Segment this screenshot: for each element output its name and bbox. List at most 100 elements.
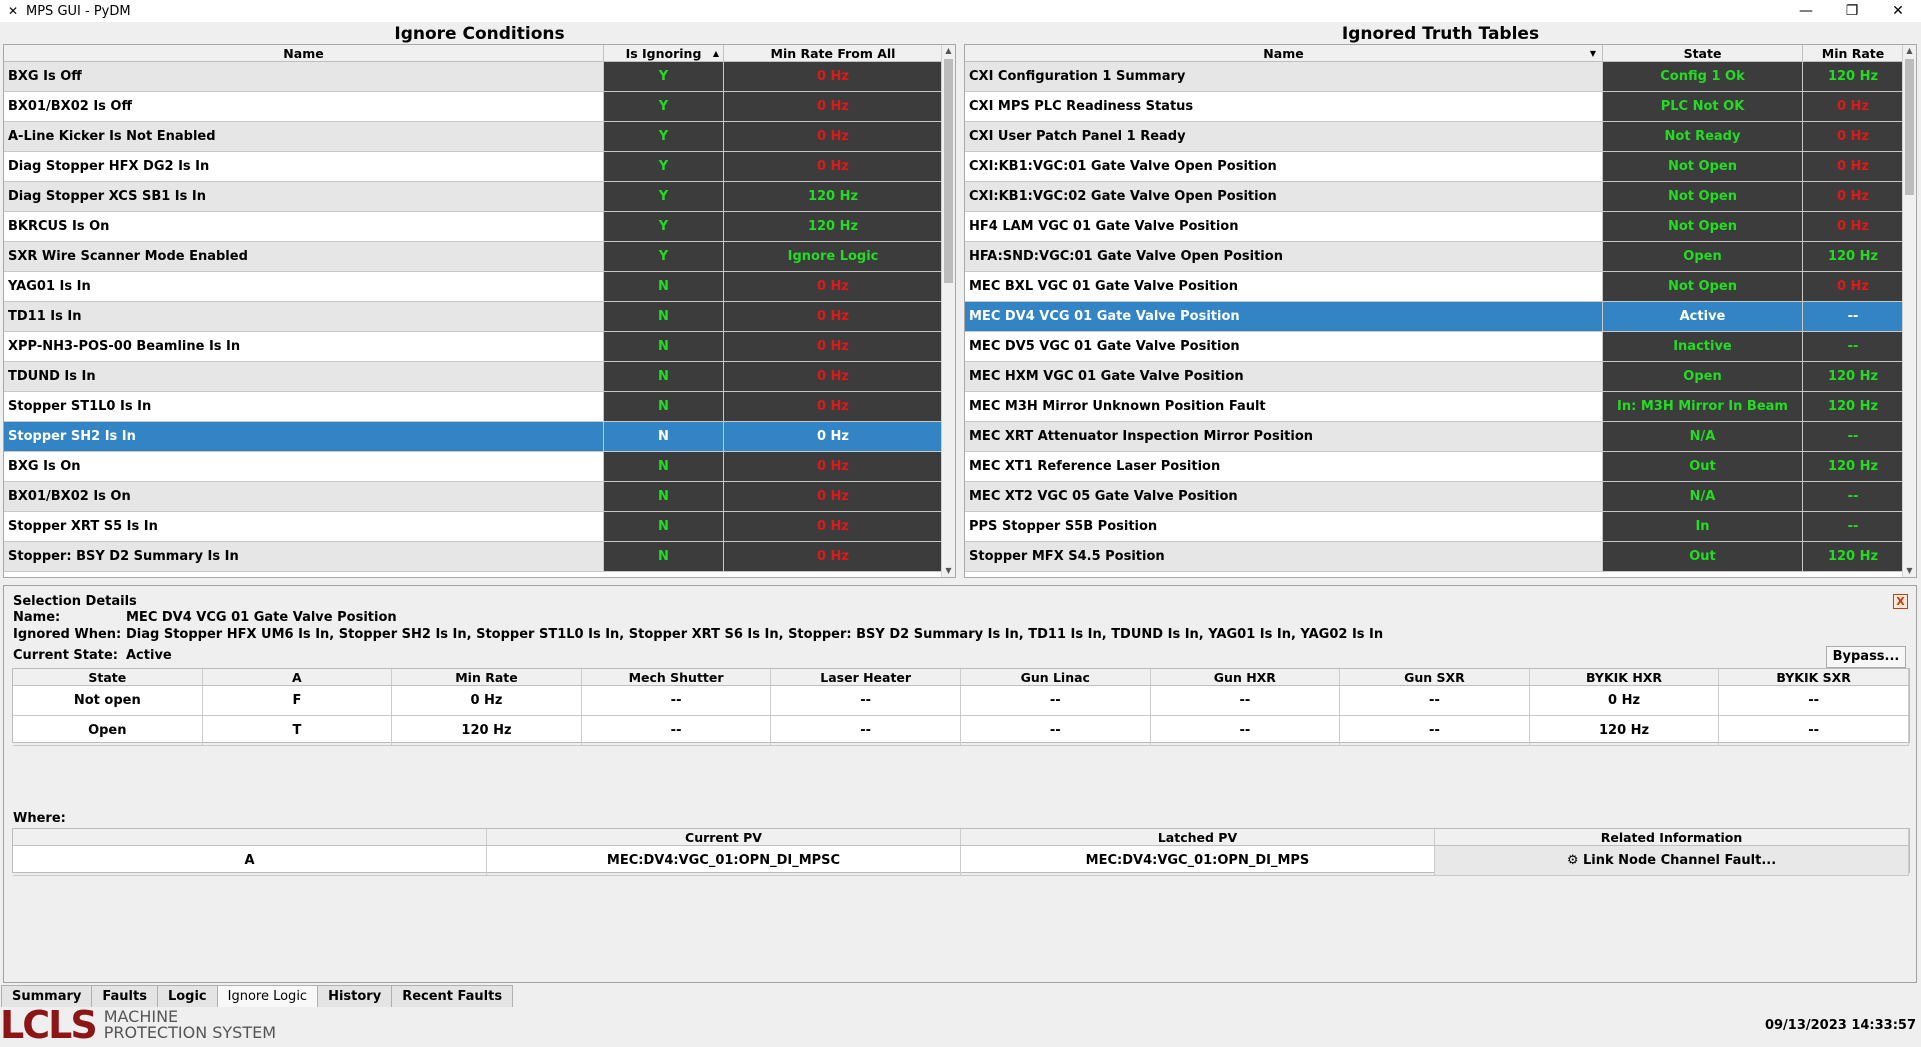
- table-row[interactable]: CXI:KB1:VGC:01 Gate Valve Open Position N…: [965, 152, 1904, 182]
- condition-name: Diag Stopper HFX DG2 Is In: [4, 152, 604, 181]
- table-row[interactable]: TD11 Is In N 0 Hz: [4, 302, 943, 332]
- table-row[interactable]: SXR Wire Scanner Mode Enabled Y Ignore Log…: [4, 242, 943, 272]
- state-cell: In: [1603, 512, 1803, 541]
- table-row[interactable]: Stopper MFX S4.5 Position Out 120 Hz: [965, 542, 1904, 572]
- table-row[interactable]: CXI Configuration 1 Summary Config 1 Ok 12…: [965, 62, 1904, 92]
- table-row[interactable]: MEC BXL VGC 01 Gate Valve Position Not Op…: [965, 272, 1904, 302]
- restore-button[interactable]: ❐: [1829, 0, 1875, 22]
- table-row[interactable]: MEC DV5 VGC 01 Gate Valve Position Inacti…: [965, 332, 1904, 362]
- state-cell: Out: [1603, 452, 1803, 481]
- table-row[interactable]: Diag Stopper XCS SB1 Is In Y 120 Hz: [4, 182, 943, 212]
- truth-table-name: MEC XT1 Reference Laser Position: [965, 452, 1603, 481]
- tab-recent-faults[interactable]: Recent Faults: [391, 985, 514, 1007]
- truth-row[interactable]: Not open F 0 Hz -- -- -- -- -- 0 Hz --: [13, 686, 1909, 716]
- left-scrollbar[interactable]: ▲ ▼: [941, 45, 955, 577]
- state-cell: Not Ready: [1603, 122, 1803, 151]
- truth-cell: --: [1151, 686, 1341, 715]
- close-details-button[interactable]: X: [1893, 594, 1908, 609]
- table-row[interactable]: HF4 LAM VGC 01 Gate Valve Position Not Op…: [965, 212, 1904, 242]
- truth-table-name: PPS Stopper S5B Position: [965, 512, 1603, 541]
- minimize-button[interactable]: —: [1783, 0, 1829, 22]
- table-row[interactable]: BX01/BX02 Is On N 0 Hz: [4, 482, 943, 512]
- table-row[interactable]: MEC M3H Mirror Unknown Position Fault In:…: [965, 392, 1904, 422]
- table-row[interactable]: Stopper: BSY D2 Summary Is In N 0 Hz: [4, 542, 943, 572]
- condition-name: XPP-NH3-POS-00 Beamline Is In: [4, 332, 604, 361]
- col-name-header[interactable]: Name: [4, 45, 604, 61]
- table-row[interactable]: Stopper XRT S5 Is In N 0 Hz: [4, 512, 943, 542]
- bypass-button[interactable]: Bypass...: [1826, 646, 1906, 668]
- table-row[interactable]: MEC XT1 Reference Laser Position Out 120 H…: [965, 452, 1904, 482]
- tab-ignore-logic[interactable]: Ignore Logic: [216, 985, 319, 1007]
- table-row[interactable]: BXG Is Off Y 0 Hz: [4, 62, 943, 92]
- table-row[interactable]: YAG01 Is In N 0 Hz: [4, 272, 943, 302]
- truth-col-header[interactable]: Min Rate: [392, 669, 582, 685]
- col-name-header[interactable]: Name ▼: [965, 45, 1603, 61]
- lcls-logo: LCLS MACHINE PROTECTION SYSTEM: [0, 1006, 276, 1044]
- condition-name: BX01/BX02 Is Off: [4, 92, 604, 121]
- min-rate-cell: 120 Hz: [1803, 452, 1904, 481]
- truth-col-header[interactable]: Gun Linac: [961, 669, 1151, 685]
- min-rate-cell: 0 Hz: [724, 332, 943, 361]
- table-row[interactable]: MEC DV4 VCG 01 Gate Valve Position Active…: [965, 302, 1904, 332]
- col-min-rate-header[interactable]: Min Rate: [1803, 45, 1904, 61]
- table-row[interactable]: MEC HXM VGC 01 Gate Valve Position Open 12…: [965, 362, 1904, 392]
- where-col-header: Related Information: [1435, 829, 1909, 845]
- table-row[interactable]: BX01/BX02 Is Off Y 0 Hz: [4, 92, 943, 122]
- table-row[interactable]: XPP-NH3-POS-00 Beamline Is In N 0 Hz: [4, 332, 943, 362]
- is-ignoring-cell: Y: [604, 212, 724, 241]
- is-ignoring-cell: Y: [604, 92, 724, 121]
- scroll-down-icon[interactable]: ▼: [942, 565, 955, 577]
- tab-history[interactable]: History: [317, 985, 393, 1007]
- truth-col-header[interactable]: Mech Shutter: [582, 669, 772, 685]
- table-row[interactable]: CXI MPS PLC Readiness Status PLC Not OK 0 …: [965, 92, 1904, 122]
- truth-col-header[interactable]: Gun HXR: [1151, 669, 1341, 685]
- truth-col-header[interactable]: BYKIK HXR: [1530, 669, 1720, 685]
- tab-faults[interactable]: Faults: [91, 985, 158, 1007]
- table-row[interactable]: BKRCUS Is On Y 120 Hz: [4, 212, 943, 242]
- table-row[interactable]: MEC XRT Attenuator Inspection Mirror Pos…: [965, 422, 1904, 452]
- truth-cell: --: [961, 716, 1151, 745]
- min-rate-cell: 0 Hz: [1803, 272, 1904, 301]
- tab-logic[interactable]: Logic: [156, 985, 218, 1007]
- table-row[interactable]: Diag Stopper HFX DG2 Is In Y 0 Hz: [4, 152, 943, 182]
- related-info-button[interactable]: ⚙ Link Node Channel Fault...: [1435, 846, 1909, 875]
- table-row[interactable]: A-Line Kicker Is Not Enabled Y 0 Hz: [4, 122, 943, 152]
- truth-row[interactable]: Open T 120 Hz -- -- -- -- -- 120 Hz --: [13, 716, 1909, 746]
- table-row[interactable]: Stopper SH2 Is In N 0 Hz: [4, 422, 943, 452]
- state-cell: Open: [1603, 242, 1803, 271]
- min-rate-cell: --: [1803, 512, 1904, 541]
- col-min-rate-header[interactable]: Min Rate From All: [724, 45, 943, 61]
- state-cell: Config 1 Ok: [1603, 62, 1803, 91]
- min-rate-cell: 0 Hz: [724, 422, 943, 451]
- window-title: MPS GUI - PyDM: [26, 3, 131, 19]
- table-row[interactable]: HFA:SND:VGC:01 Gate Valve Open Position O…: [965, 242, 1904, 272]
- truth-table-name: CXI MPS PLC Readiness Status: [965, 92, 1603, 121]
- table-row[interactable]: BXG Is On N 0 Hz: [4, 452, 943, 482]
- scroll-thumb[interactable]: [1905, 59, 1914, 195]
- table-row[interactable]: MEC XT2 VGC 05 Gate Valve Position N/A --: [965, 482, 1904, 512]
- scroll-up-icon[interactable]: ▲: [942, 45, 955, 57]
- gear-icon: ⚙: [1566, 853, 1584, 868]
- truth-table-name: CXI User Patch Panel 1 Ready: [965, 122, 1603, 151]
- truth-col-header[interactable]: State: [13, 669, 203, 685]
- condition-name: Stopper ST1L0 Is In: [4, 392, 604, 421]
- close-window-button[interactable]: ✕: [1875, 0, 1921, 22]
- state-cell: Active: [1603, 302, 1803, 331]
- truth-col-header[interactable]: Laser Heater: [771, 669, 961, 685]
- col-is-ignoring-header[interactable]: Is Ignoring ▲: [604, 45, 724, 61]
- condition-name: SXR Wire Scanner Mode Enabled: [4, 242, 604, 271]
- truth-col-header[interactable]: Gun SXR: [1340, 669, 1530, 685]
- table-row[interactable]: TDUND Is In N 0 Hz: [4, 362, 943, 392]
- scroll-down-icon[interactable]: ▼: [1903, 565, 1916, 577]
- truth-col-header[interactable]: A: [203, 669, 393, 685]
- scroll-thumb[interactable]: [944, 59, 953, 283]
- table-row[interactable]: CXI User Patch Panel 1 Ready Not Ready 0 H…: [965, 122, 1904, 152]
- table-row[interactable]: Stopper ST1L0 Is In N 0 Hz: [4, 392, 943, 422]
- table-row[interactable]: CXI:KB1:VGC:02 Gate Valve Open Position N…: [965, 182, 1904, 212]
- right-scrollbar[interactable]: ▲ ▼: [1902, 45, 1916, 577]
- col-state-header[interactable]: State: [1603, 45, 1803, 61]
- truth-col-header[interactable]: BYKIK SXR: [1719, 669, 1909, 685]
- table-row[interactable]: PPS Stopper S5B Position In --: [965, 512, 1904, 542]
- is-ignoring-cell: Y: [604, 122, 724, 151]
- scroll-up-icon[interactable]: ▲: [1903, 45, 1916, 57]
